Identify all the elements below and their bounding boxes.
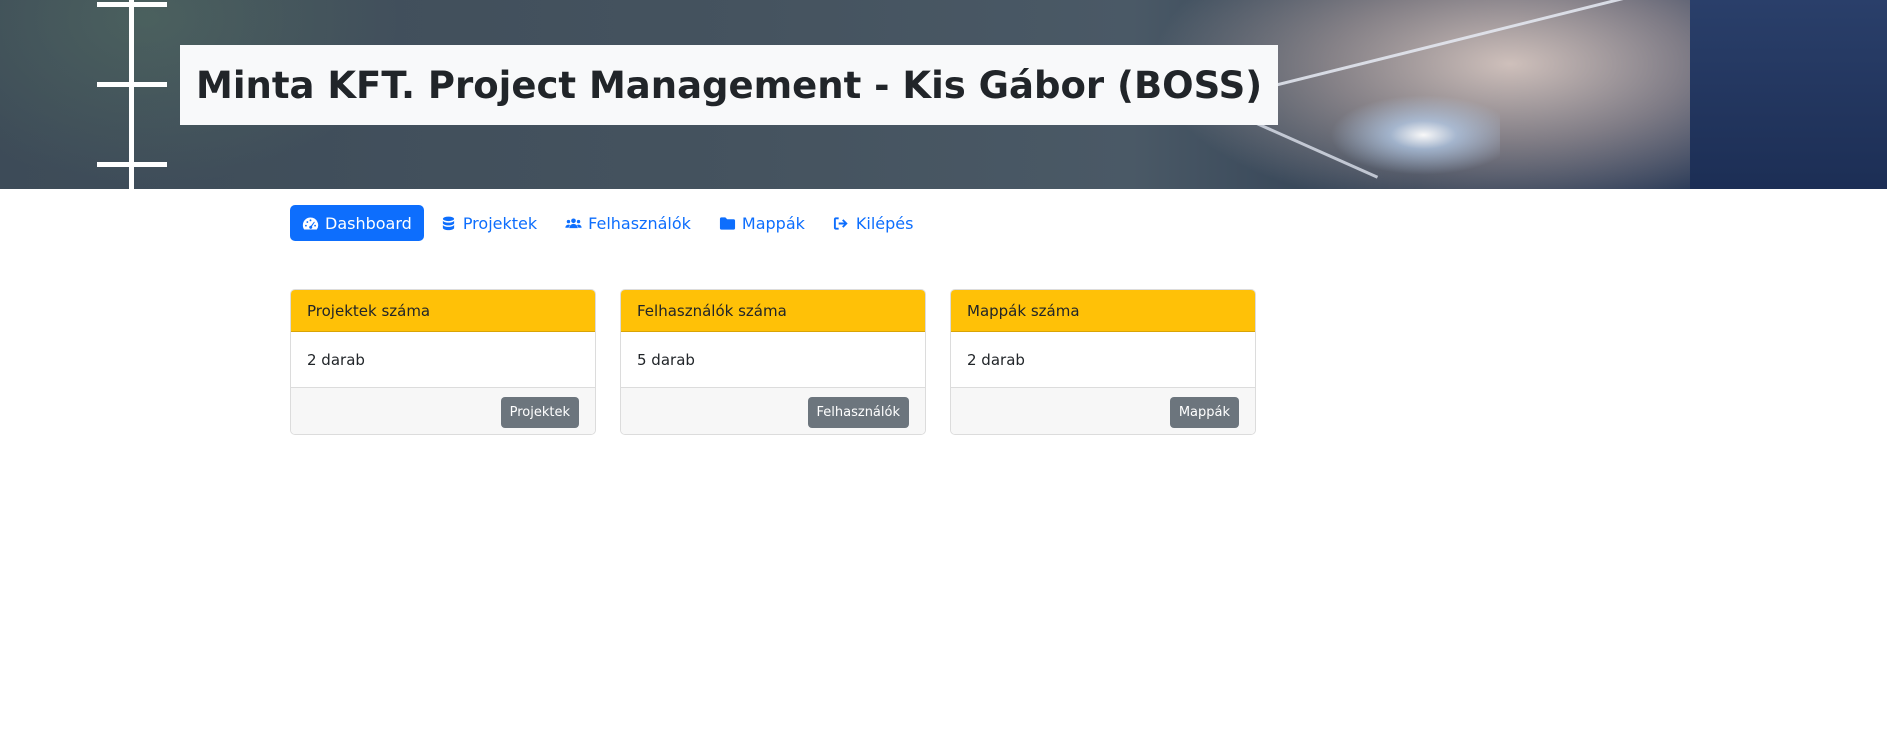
nav-item-projektek[interactable]: Projektek	[428, 205, 549, 241]
main-nav: Dashboard Projektek Felhasználók Mappák	[290, 205, 925, 241]
ladder-logo-rung	[97, 162, 167, 167]
gauge-icon	[302, 217, 319, 230]
users-icon	[565, 217, 582, 228]
ladder-logo-rail	[129, 0, 134, 189]
nav-item-felhasznalok[interactable]: Felhasználók	[553, 205, 703, 241]
ladder-logo-rung	[97, 2, 167, 7]
card-footer: Mappák	[951, 388, 1255, 434]
nav-label: Projektek	[462, 213, 538, 233]
page-title: Minta KFT. Project Management - Kis Gábo…	[196, 63, 1263, 107]
nav-item-mappak[interactable]: Mappák	[707, 205, 817, 241]
sign-out-icon	[833, 216, 848, 230]
card-header: Projektek száma	[291, 290, 595, 332]
mappak-button[interactable]: Mappák	[1169, 396, 1239, 428]
header-banner: Minta KFT. Project Management - Kis Gábo…	[0, 0, 1887, 189]
card-felhasznalok: Felhasználók száma 5 darab Felhasználók	[620, 289, 926, 435]
folder-icon	[719, 216, 735, 230]
card-header: Felhasználók száma	[621, 290, 925, 332]
nav-label: Dashboard	[325, 213, 412, 233]
felhasznalok-button[interactable]: Felhasználók	[807, 396, 909, 428]
nav-label: Felhasználók	[588, 213, 691, 233]
card-value: 5 darab	[621, 332, 925, 388]
card-footer: Felhasználók	[621, 388, 925, 434]
nav-item-dashboard[interactable]: Dashboard	[290, 205, 424, 241]
card-value: 2 darab	[291, 332, 595, 388]
card-header: Mappák száma	[951, 290, 1255, 332]
nav-label: Mappák	[741, 213, 805, 233]
title-box: Minta KFT. Project Management - Kis Gábo…	[180, 45, 1279, 125]
card-footer: Projektek	[291, 388, 595, 434]
database-icon	[442, 216, 454, 230]
nav-item-kilepes[interactable]: Kilépés	[821, 205, 926, 241]
nav-label: Kilépés	[855, 213, 914, 233]
banner-sleeve	[1690, 0, 1887, 189]
card-projektek: Projektek száma 2 darab Projektek	[290, 289, 596, 435]
card-value: 2 darab	[951, 332, 1255, 388]
projektek-button[interactable]: Projektek	[500, 396, 579, 428]
banner-light-shine	[1330, 95, 1500, 175]
card-mappak: Mappák száma 2 darab Mappák	[950, 289, 1256, 435]
ladder-logo-rung	[97, 82, 167, 87]
